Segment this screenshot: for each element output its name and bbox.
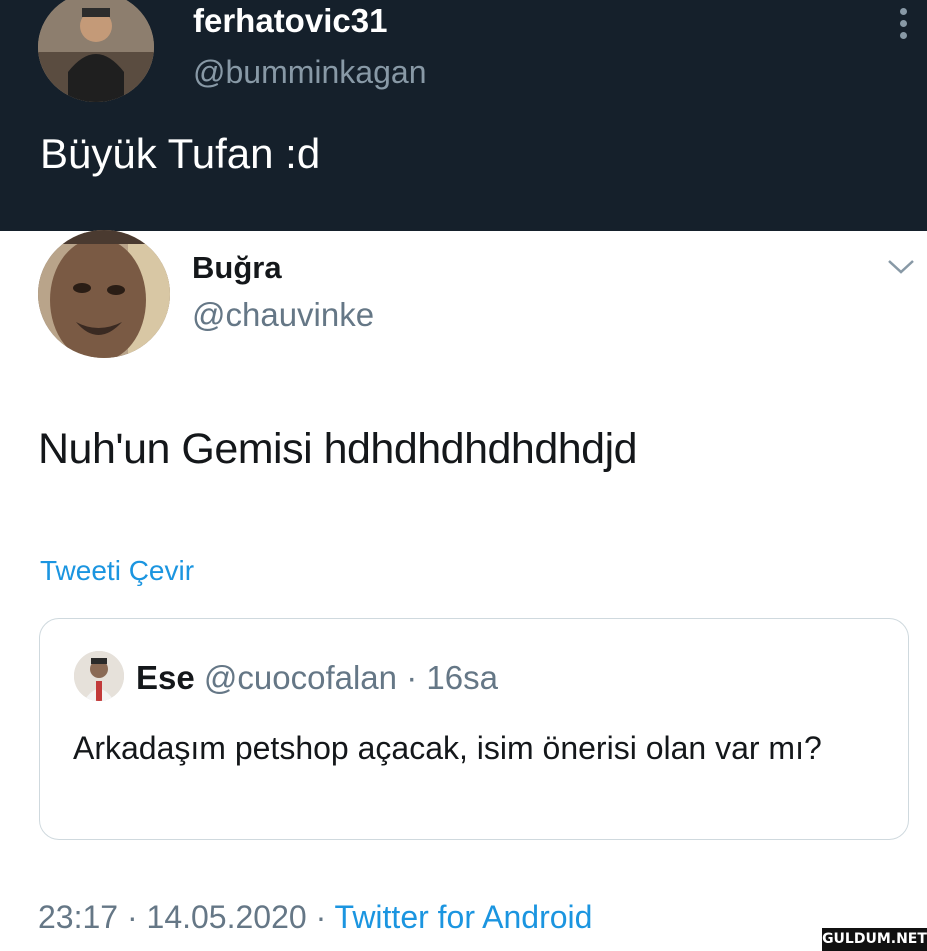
separator: · [126, 899, 138, 935]
author-name[interactable]: ferhatovic31 [193, 2, 387, 40]
tweet-date[interactable]: 14.05.2020 [147, 899, 307, 935]
author-name[interactable]: Buğra [192, 250, 282, 286]
top-tweet: ferhatovic31 @bumminkagan Büyük Tufan :d [0, 0, 927, 231]
quoted-tweet-header: Ese @cuocofalan · 16sa [136, 659, 498, 697]
avatar[interactable] [38, 230, 170, 358]
author-handle[interactable]: @bumminkagan [193, 54, 426, 91]
quoted-tweet-text: Arkadaşım petshop açacak, isim önerisi o… [73, 730, 822, 766]
avatar [74, 651, 124, 701]
separator: · [315, 899, 327, 935]
quoted-tweet[interactable]: Ese @cuocofalan · 16sa Arkadaşım petshop… [39, 618, 909, 840]
quoted-author-handle: @cuocofalan [203, 659, 398, 696]
more-vertical-icon[interactable] [893, 8, 913, 44]
quoted-time: 16sa [426, 659, 498, 696]
avatar[interactable] [38, 0, 154, 102]
separator: · [406, 659, 418, 696]
author-handle[interactable]: @chauvinke [192, 296, 374, 334]
watermark-logo: GULDUM.NET [822, 928, 927, 951]
tweet-text: Nuh'un Gemisi hdhdhdhdhdhdjd [38, 425, 638, 473]
translate-tweet-link[interactable]: Tweeti Çevir [40, 555, 194, 587]
source-client-link[interactable]: Twitter for Android [335, 899, 593, 935]
tweet-text: Büyük Tufan :d [40, 130, 321, 177]
tweet-time[interactable]: 23:17 [38, 899, 118, 935]
quoted-author-name: Ese [136, 659, 195, 696]
chevron-down-icon[interactable] [886, 257, 916, 277]
tweet-meta: 23:17 · 14.05.2020 · Twitter for Android [38, 899, 592, 936]
